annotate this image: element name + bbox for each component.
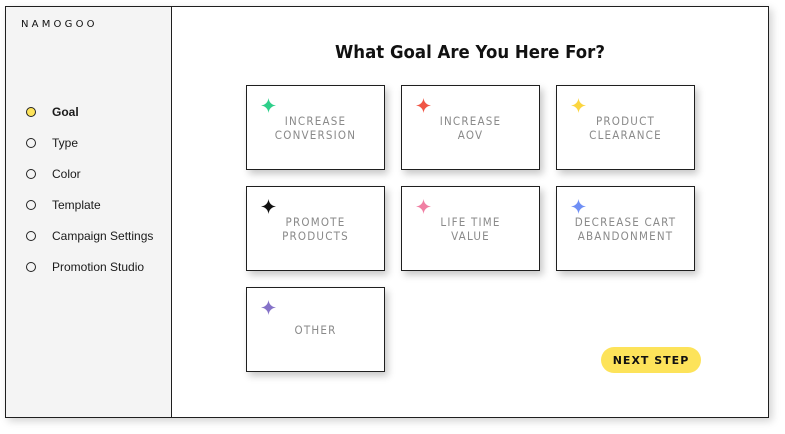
goal-card-increase-aov[interactable]: INCREASE AOV	[401, 85, 540, 170]
step-radio-icon	[26, 168, 36, 179]
goal-card-decrease-cart-abandonment[interactable]: DECREASE CART ABANDONMENT	[556, 186, 695, 271]
brand-logo: NAMOGOO	[21, 19, 98, 30]
step-campaign-settings[interactable]: Campaign Settings	[26, 220, 153, 251]
goal-card-increase-conversion[interactable]: INCREASE CONVERSION	[246, 85, 385, 170]
goal-card-label: PRODUCT CLEARANCE	[589, 113, 662, 142]
sidebar: NAMOGOO Goal Type Color Template Campaig…	[6, 7, 172, 417]
step-label: Campaign Settings	[52, 228, 154, 243]
step-label: Goal	[52, 104, 79, 119]
step-radio-icon	[26, 199, 36, 210]
step-promotion-studio[interactable]: Promotion Studio	[26, 251, 153, 282]
step-radio-icon	[26, 137, 36, 148]
step-radio-icon	[26, 230, 36, 241]
step-template[interactable]: Template	[26, 189, 153, 220]
sparkle-icon	[261, 98, 276, 113]
goal-card-label: LIFE TIME VALUE	[440, 214, 501, 243]
sparkle-icon	[571, 98, 586, 113]
sparkle-icon	[416, 199, 431, 214]
goal-card-label: OTHER	[294, 322, 337, 337]
sparkle-icon	[261, 300, 276, 315]
page-title: What Goal Are You Here For?	[335, 42, 605, 63]
sparkle-icon	[571, 199, 586, 214]
step-radio-icon	[26, 106, 36, 117]
goal-card-label: DECREASE CART ABANDONMENT	[574, 214, 677, 243]
goal-card-promote-products[interactable]: PROMOTE PRODUCTS	[246, 186, 385, 271]
step-color[interactable]: Color	[26, 158, 153, 189]
goal-card-label: INCREASE AOV	[439, 113, 502, 142]
step-type[interactable]: Type	[26, 127, 153, 158]
goal-card-product-clearance[interactable]: PRODUCT CLEARANCE	[556, 85, 695, 170]
goal-card-label: INCREASE CONVERSION	[274, 113, 357, 142]
step-label: Color	[52, 166, 81, 181]
step-radio-icon	[26, 261, 36, 272]
sparkle-icon	[416, 98, 431, 113]
step-label: Promotion Studio	[52, 259, 145, 274]
goal-card-life-time-value[interactable]: LIFE TIME VALUE	[401, 186, 540, 271]
step-list: Goal Type Color Template Campaign Settin…	[26, 96, 153, 282]
goal-card-other[interactable]: OTHER	[246, 287, 385, 372]
app-window: NAMOGOO Goal Type Color Template Campaig…	[5, 6, 769, 418]
goal-card-label: PROMOTE PRODUCTS	[282, 214, 349, 243]
step-label: Template	[52, 197, 101, 212]
sparkle-icon	[261, 199, 276, 214]
step-goal[interactable]: Goal	[26, 96, 153, 127]
next-step-button[interactable]: NEXT STEP	[601, 347, 701, 373]
step-label: Type	[52, 135, 79, 150]
main-panel: What Goal Are You Here For? INCREASE CON…	[172, 7, 768, 417]
